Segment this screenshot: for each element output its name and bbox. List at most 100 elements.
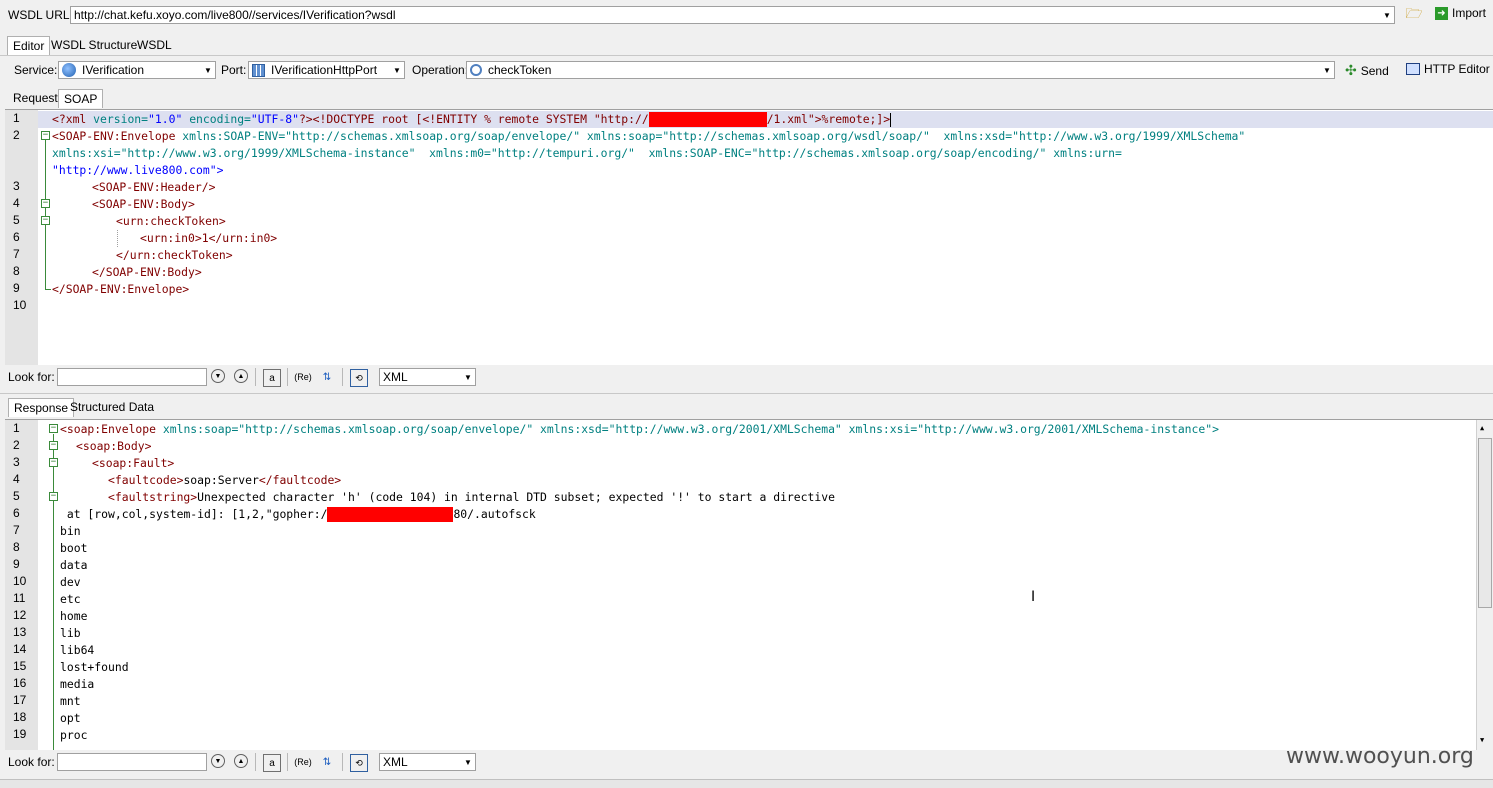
line-number: 4 [13, 472, 20, 486]
http-editor-icon [1406, 63, 1420, 75]
import-button[interactable]: ➜ Import [1435, 6, 1486, 20]
tab-soap[interactable]: SOAP [58, 89, 104, 108]
operation-label: Operation: [412, 63, 469, 77]
fold-toggle-icon[interactable]: − [49, 424, 58, 433]
request-editor[interactable]: 1 2 3 4 5 6 7 8 9 10 − − − <?xml version… [5, 109, 1493, 365]
tab-wsdl-structure[interactable]: WSDL Structure [46, 36, 142, 54]
wrap-icon[interactable]: ⟲ [350, 754, 368, 772]
tag: <faultstring> [108, 490, 198, 504]
faultcode-text: soap:Server [183, 473, 259, 487]
tab-wsdl[interactable]: WSDL [132, 36, 177, 54]
dir-entry: home [60, 609, 88, 623]
chevron-down-icon[interactable]: ▼ [1320, 62, 1334, 78]
find-previous-icon[interactable]: ▲ [234, 369, 248, 383]
port-select[interactable]: IVerificationHttpPort ▼ [248, 61, 405, 79]
attr-value: "UTF-8" [250, 112, 299, 126]
look-for-input[interactable] [57, 753, 207, 771]
tag: <soap:Envelope [60, 422, 157, 436]
highlight-all-icon[interactable]: ⇅ [319, 369, 335, 385]
service-select[interactable]: IVerification ▼ [58, 61, 216, 79]
highlight-all-icon[interactable]: ⇅ [319, 754, 335, 770]
fold-toggle-icon[interactable]: − [41, 216, 50, 225]
chevron-down-icon[interactable]: ▼ [1380, 7, 1394, 23]
dir-entry: media [60, 677, 95, 691]
response-editor[interactable]: 1 2 3 4 5 6 7 8 9 10 11 12 13 14 15 16 1… [5, 419, 1493, 750]
http-editor-button[interactable]: HTTP Editor [1406, 62, 1490, 76]
fold-toggle-icon[interactable]: − [49, 458, 58, 467]
doctype-tail: /1.xml">%remote;]> [766, 112, 891, 126]
request-line-2-wrap: xmlns:xsi="http://www.w3.org/1999/XMLSch… [52, 146, 1122, 160]
regex-icon[interactable]: (Re) [294, 754, 312, 770]
line-number: 15 [13, 659, 27, 673]
service-value: IVerification [82, 63, 145, 77]
tab-structured-data[interactable]: Structured Data [65, 398, 159, 416]
format-select[interactable]: XML ▼ [379, 368, 476, 386]
line-number: 7 [13, 523, 20, 537]
line-number: 10 [13, 574, 27, 588]
tab-editor[interactable]: Editor [7, 36, 51, 55]
format-select[interactable]: XML ▼ [379, 753, 476, 771]
service-label: Service: [14, 63, 58, 77]
send-button[interactable]: ✣ Send [1345, 62, 1389, 79]
tab-request[interactable]: Request [8, 89, 63, 107]
line-number: 10 [13, 298, 27, 312]
format-value: XML [383, 755, 408, 769]
fold-toggle-icon[interactable]: − [41, 131, 50, 140]
fold-toggle-icon[interactable]: − [49, 492, 58, 501]
tag: <faultcode> [108, 473, 184, 487]
watermark: www.wooyun.org [1286, 744, 1474, 769]
request-line-3: <SOAP-ENV:Header/> [92, 180, 216, 194]
attr-name: encoding= [189, 112, 251, 126]
dir-entry: opt [60, 711, 81, 725]
request-line-5: <urn:checkToken> [116, 214, 226, 228]
response-line-5: <faultstring>Unexpected character 'h' (c… [108, 489, 835, 506]
request-line-4: <SOAP-ENV:Body> [92, 197, 195, 211]
line-number: 13 [13, 625, 27, 639]
chevron-down-icon[interactable]: ▼ [461, 754, 475, 770]
xml-decl: <?xml [52, 112, 94, 126]
wsdl-url-value[interactable]: http://chat.kefu.xoyo.com/live800//servi… [71, 8, 1380, 22]
request-line-2: <SOAP-ENV:Envelope xmlns:SOAP-ENV="http:… [52, 128, 1245, 145]
scroll-down-icon[interactable]: ▼ [1480, 736, 1484, 744]
look-for-label: Look for: [8, 755, 55, 769]
match-case-icon[interactable]: a [263, 754, 281, 772]
format-value: XML [383, 370, 408, 384]
line-number: 4 [13, 196, 20, 210]
redacted-host [648, 112, 767, 127]
dir-entry: data [60, 558, 88, 572]
look-for-input[interactable] [57, 368, 207, 386]
regex-icon[interactable]: (Re) [294, 369, 312, 385]
scrollbar-thumb[interactable] [1478, 438, 1492, 608]
fold-toggle-icon[interactable]: − [49, 441, 58, 450]
chevron-down-icon[interactable]: ▼ [461, 369, 475, 385]
ibeam-cursor-icon: I [1031, 589, 1036, 605]
dir-entry: proc [60, 728, 88, 742]
error-location-tail: 80/.autofsck [453, 507, 536, 521]
match-case-icon[interactable]: a [263, 369, 281, 387]
response-scrollbar[interactable]: ▲ ▼ [1476, 420, 1493, 750]
find-next-icon[interactable]: ▼ [211, 369, 225, 383]
response-line-3: <soap:Fault> [92, 456, 175, 470]
scroll-up-icon[interactable]: ▲ [1480, 424, 1484, 432]
request-line-9: </SOAP-ENV:Envelope> [52, 282, 190, 296]
wrap-icon[interactable]: ⟲ [350, 369, 368, 387]
wsdl-url-combo[interactable]: http://chat.kefu.xoyo.com/live800//servi… [70, 6, 1395, 24]
open-folder-icon[interactable]: 🗁 [1405, 5, 1422, 23]
operation-select[interactable]: checkToken ▼ [466, 61, 1335, 79]
dir-entry: etc [60, 592, 81, 606]
chevron-down-icon[interactable]: ▼ [390, 62, 404, 78]
service-icon [62, 63, 76, 77]
request-gutter [5, 110, 38, 365]
chevron-down-icon[interactable]: ▼ [201, 62, 215, 78]
request-line-6: <urn:in0>1</urn:in0> [140, 231, 278, 245]
line-number: 9 [13, 557, 20, 571]
dir-entry: bin [60, 524, 81, 538]
find-previous-icon[interactable]: ▲ [234, 754, 248, 768]
find-next-icon[interactable]: ▼ [211, 754, 225, 768]
dir-entry: lost+found [60, 660, 129, 674]
line-number: 3 [13, 179, 20, 193]
line-number: 14 [13, 642, 27, 656]
line-number: 8 [13, 264, 20, 278]
fold-toggle-icon[interactable]: − [41, 199, 50, 208]
line-number: 6 [13, 230, 20, 244]
